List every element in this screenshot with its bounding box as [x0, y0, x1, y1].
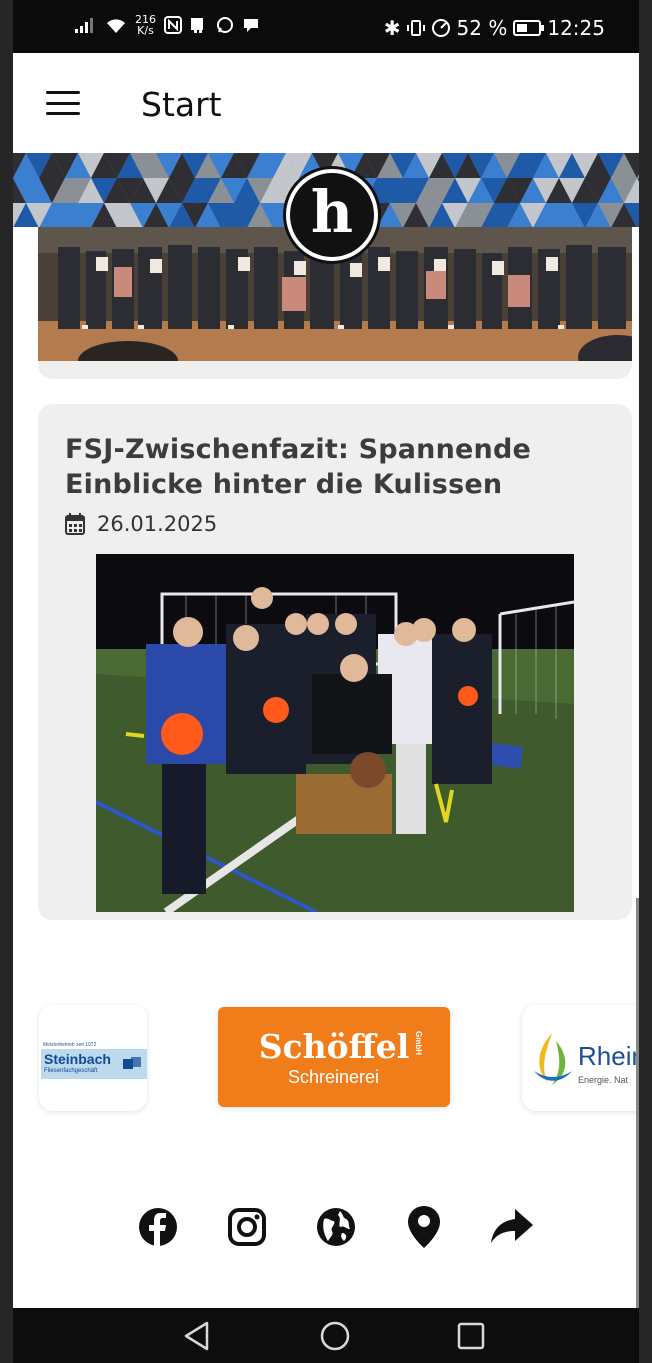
location-pin-icon[interactable]	[402, 1205, 446, 1249]
clock: 12:25	[547, 16, 605, 40]
vibrate-icon	[406, 20, 425, 36]
back-icon[interactable]	[167, 1308, 227, 1363]
news-date: 26.01.2025	[97, 512, 218, 536]
status-left: 216 K/s	[75, 14, 260, 36]
news-title[interactable]: FSJ-Zwischenfazit: Spannende Einblicke h…	[65, 432, 605, 502]
rhein-logo-icon	[534, 1033, 572, 1085]
calendar-icon	[65, 513, 85, 535]
news-card[interactable]: FSJ-Zwischenfazit: Spannende Einblicke h…	[38, 404, 632, 920]
sponsor-schoeffel[interactable]: Schöffel GmbH Schreinerei	[218, 1007, 450, 1107]
recents-icon[interactable]	[441, 1308, 501, 1363]
share-icon[interactable]	[490, 1205, 534, 1249]
signal-icon	[75, 18, 93, 33]
steinbach-logo-icon	[123, 1057, 141, 1069]
app-screen: Start h FSJ-Zwischenfazit: Spannende Ein…	[13, 53, 639, 1308]
sponsor-rhein[interactable]: Rhein Energie. Nat	[522, 1005, 639, 1111]
sponsor-steinbach[interactable]: Meisterbetrieb seit 1972 Steinbach Flies…	[39, 1005, 147, 1111]
network-speed: 216 K/s	[135, 13, 156, 37]
club-logo[interactable]: h	[286, 169, 378, 261]
bluetooth-icon: ✱	[383, 16, 401, 40]
nfc-icon	[164, 16, 182, 34]
facebook-icon[interactable]	[136, 1205, 180, 1249]
app-bar: Start	[13, 53, 639, 153]
scrollbar[interactable]	[636, 898, 639, 1308]
battery-icon	[513, 20, 545, 36]
notification-icon	[191, 18, 203, 33]
hamburger-menu-icon[interactable]	[46, 91, 80, 115]
frame-edge-left	[0, 0, 13, 1363]
device-frame: 216 K/s ✱ 52 % 12:25 Start h FSJ-Zwische…	[0, 0, 652, 1363]
news-image-team-photo[interactable]	[96, 554, 574, 912]
status-bar: 216 K/s ✱ 52 % 12:25	[13, 0, 639, 53]
globe-icon[interactable]	[314, 1205, 358, 1249]
whatsapp-icon	[217, 17, 233, 33]
status-right: ✱ 52 % 12:25	[384, 16, 605, 40]
home-icon[interactable]	[305, 1308, 365, 1363]
wifi-icon	[107, 19, 125, 33]
data-saver-icon	[431, 19, 450, 37]
news-date-row: 26.01.2025	[65, 512, 217, 536]
social-links	[136, 1205, 536, 1249]
page-title: Start	[141, 85, 222, 124]
battery-percent: 52 %	[456, 16, 508, 40]
frame-edge-right	[638, 0, 652, 1363]
instagram-icon[interactable]	[225, 1205, 269, 1249]
sponsor-steinbach-label: Steinbach Fliesenfachgeschäft	[41, 1049, 147, 1079]
chat-icon	[244, 19, 258, 32]
system-nav-bar	[13, 1308, 639, 1363]
